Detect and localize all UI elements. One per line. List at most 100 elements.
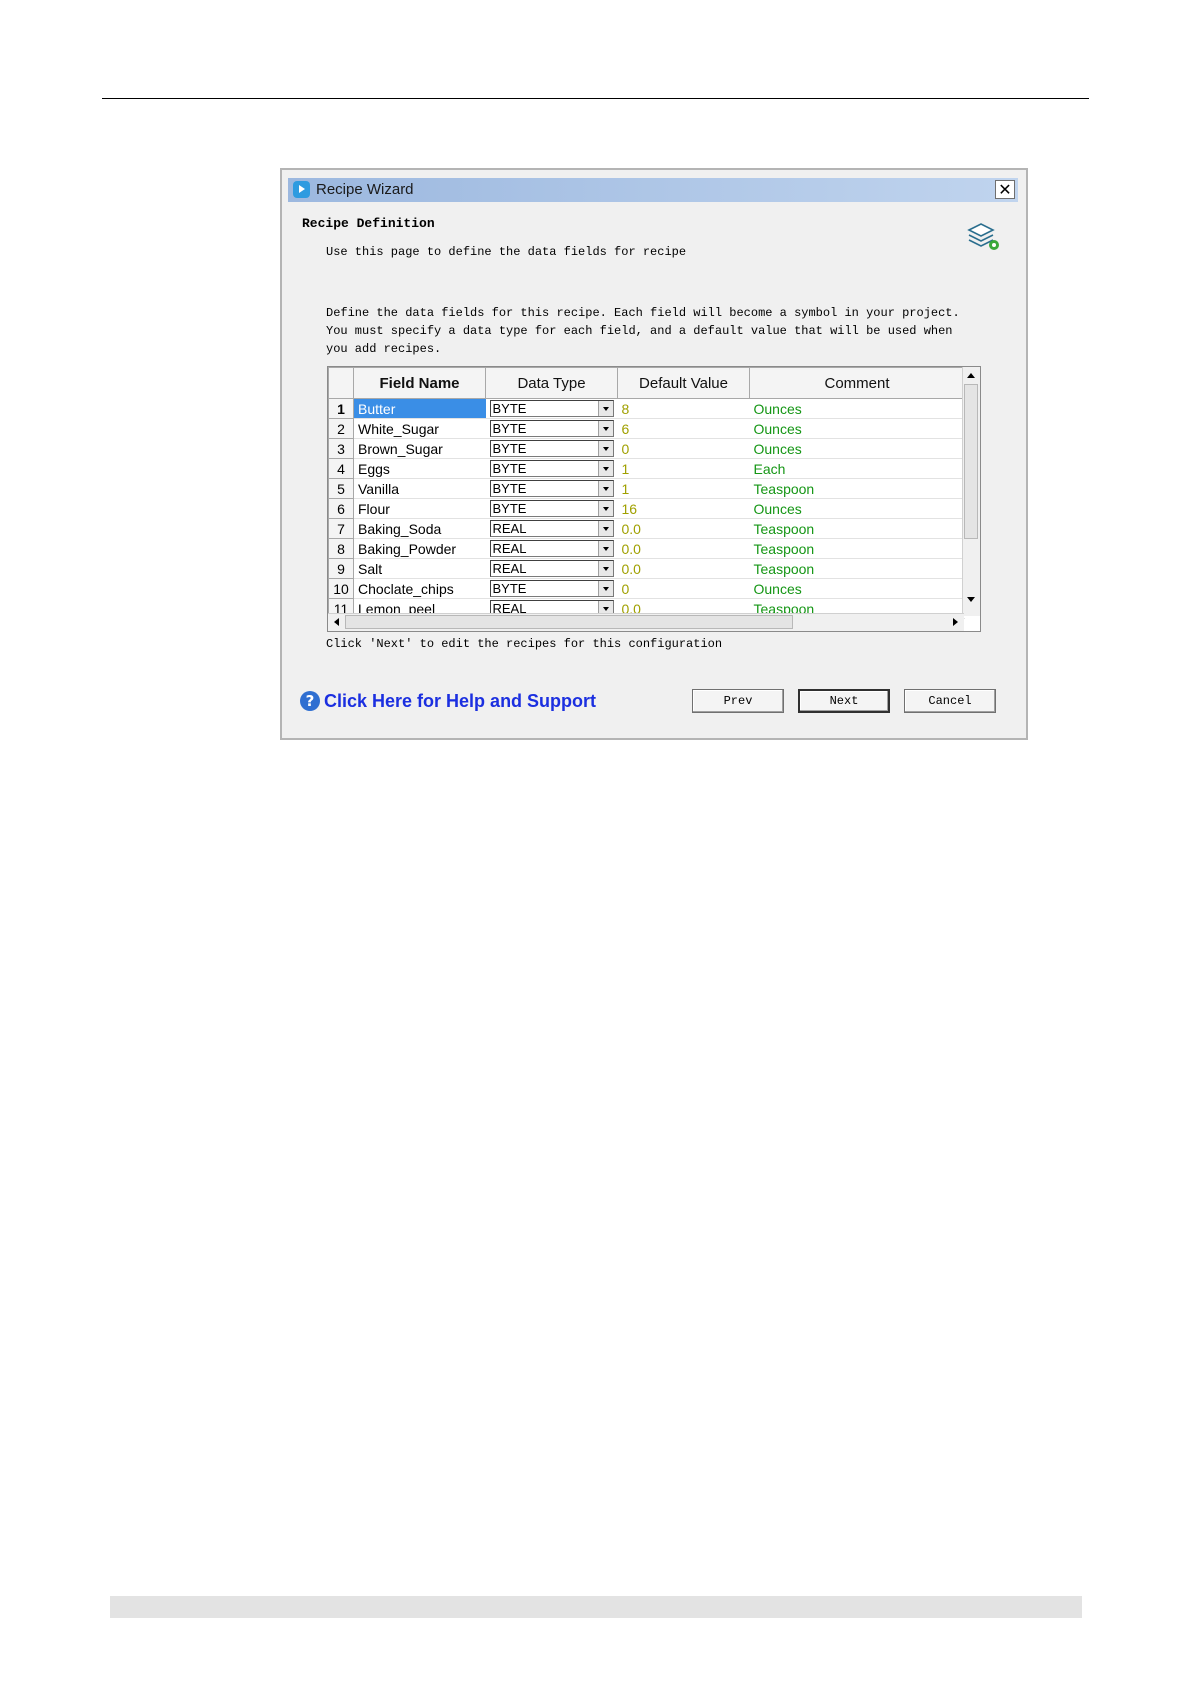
cancel-button[interactable]: Cancel (904, 689, 996, 713)
comment-cell[interactable]: Ounces (749, 438, 965, 459)
data-type-select[interactable]: REAL (489, 540, 614, 557)
row-number[interactable]: 7 (328, 518, 354, 539)
row-number[interactable]: 2 (328, 418, 354, 439)
comment-cell[interactable]: Ounces (749, 398, 965, 419)
data-type-cell[interactable]: REAL (485, 518, 618, 539)
default-value-cell[interactable]: 0 (617, 438, 750, 459)
table-row[interactable]: 7 Baking_Soda REAL 0.0 Teaspoon (328, 518, 965, 539)
row-number[interactable]: 9 (328, 558, 354, 579)
data-type-cell[interactable]: BYTE (485, 438, 618, 459)
data-type-select[interactable]: REAL (489, 520, 614, 537)
data-type-cell[interactable]: BYTE (485, 578, 618, 599)
field-name-cell[interactable]: Brown_Sugar (353, 438, 486, 459)
data-type-select[interactable]: BYTE (489, 420, 614, 437)
table-row[interactable]: 3 Brown_Sugar BYTE 0 Ounces (328, 438, 965, 459)
default-value-cell[interactable]: 16 (617, 498, 750, 519)
table-row[interactable]: 10 Choclate_chips BYTE 0 Ounces (328, 578, 965, 599)
chevron-down-icon[interactable] (597, 401, 613, 416)
horizontal-scrollbar[interactable] (328, 613, 964, 631)
next-button[interactable]: Next (798, 689, 890, 713)
close-button[interactable]: ✕ (995, 180, 1015, 199)
table-row[interactable]: 5 Vanilla BYTE 1 Teaspoon (328, 478, 965, 499)
field-name-cell[interactable]: Choclate_chips (353, 578, 486, 599)
data-type-cell[interactable]: BYTE (485, 458, 618, 479)
data-type-cell[interactable]: REAL (485, 538, 618, 559)
comment-cell[interactable]: Teaspoon (749, 538, 965, 559)
scroll-up-icon[interactable] (963, 367, 980, 384)
vertical-scrollbar[interactable] (962, 367, 980, 616)
help-link[interactable]: ? Click Here for Help and Support (300, 689, 596, 713)
comment-cell[interactable]: Ounces (749, 418, 965, 439)
column-header-data-type[interactable]: Data Type (485, 367, 618, 399)
row-number[interactable]: 1 (328, 398, 354, 419)
row-number[interactable]: 3 (328, 438, 354, 459)
scroll-right-icon[interactable] (947, 614, 964, 631)
help-link-label[interactable]: Click Here for Help and Support (324, 691, 596, 712)
table-row[interactable]: 4 Eggs BYTE 1 Each (328, 458, 965, 479)
default-value-cell[interactable]: 0.0 (617, 518, 750, 539)
data-type-select[interactable]: BYTE (489, 400, 614, 417)
column-header-comment[interactable]: Comment (749, 367, 965, 399)
default-value-cell[interactable]: 0 (617, 578, 750, 599)
recipe-fields-grid[interactable]: Field Name Data Type Default Value Comme… (327, 366, 981, 632)
default-value-cell[interactable]: 0.0 (617, 538, 750, 559)
default-value-cell[interactable]: 1 (617, 458, 750, 479)
chevron-down-icon[interactable] (597, 421, 613, 436)
comment-cell[interactable]: Ounces (749, 498, 965, 519)
chevron-down-icon[interactable] (597, 521, 613, 536)
field-name-cell[interactable]: White_Sugar (353, 418, 486, 439)
prev-button[interactable]: Prev (692, 689, 784, 713)
row-number[interactable]: 5 (328, 478, 354, 499)
data-type-cell[interactable]: REAL (485, 558, 618, 579)
field-name-cell[interactable]: Butter (353, 398, 486, 419)
column-header-default-value[interactable]: Default Value (617, 367, 750, 399)
data-type-select[interactable]: BYTE (489, 460, 614, 477)
scroll-left-icon[interactable] (328, 614, 345, 631)
row-number[interactable]: 4 (328, 458, 354, 479)
default-value-cell[interactable]: 6 (617, 418, 750, 439)
vertical-scroll-thumb[interactable] (964, 384, 978, 539)
chevron-down-icon[interactable] (597, 481, 613, 496)
data-type-select[interactable]: BYTE (489, 480, 614, 497)
table-row[interactable]: 8 Baking_Powder REAL 0.0 Teaspoon (328, 538, 965, 559)
table-row[interactable]: 2 White_Sugar BYTE 6 Ounces (328, 418, 965, 439)
row-number[interactable]: 6 (328, 498, 354, 519)
comment-cell[interactable]: Teaspoon (749, 478, 965, 499)
field-name-cell[interactable]: Salt (353, 558, 486, 579)
data-type-cell[interactable]: BYTE (485, 478, 618, 499)
chevron-down-icon[interactable] (597, 441, 613, 456)
horizontal-scroll-thumb[interactable] (345, 615, 793, 629)
chevron-down-icon[interactable] (597, 461, 613, 476)
chevron-down-icon[interactable] (597, 561, 613, 576)
column-header-field-name[interactable]: Field Name (353, 367, 486, 399)
table-row[interactable]: 6 Flour BYTE 16 Ounces (328, 498, 965, 519)
field-name-cell[interactable]: Vanilla (353, 478, 486, 499)
chevron-down-icon[interactable] (597, 501, 613, 516)
field-name-cell[interactable]: Baking_Powder (353, 538, 486, 559)
data-type-select[interactable]: BYTE (489, 580, 614, 597)
default-value-cell[interactable]: 8 (617, 398, 750, 419)
comment-cell[interactable]: Ounces (749, 578, 965, 599)
data-type-cell[interactable]: BYTE (485, 418, 618, 439)
field-name-cell[interactable]: Eggs (353, 458, 486, 479)
data-type-cell[interactable]: BYTE (485, 398, 618, 419)
scroll-down-icon[interactable] (963, 591, 980, 608)
data-type-select[interactable]: BYTE (489, 440, 614, 457)
default-value-cell[interactable]: 0.0 (617, 558, 750, 579)
comment-cell[interactable]: Teaspoon (749, 558, 965, 579)
chevron-down-icon[interactable] (597, 541, 613, 556)
title-bar[interactable]: Recipe Wizard ✕ (288, 178, 1018, 202)
comment-cell[interactable]: Each (749, 458, 965, 479)
data-type-cell[interactable]: BYTE (485, 498, 618, 519)
table-row[interactable]: 9 Salt REAL 0.0 Teaspoon (328, 558, 965, 579)
chevron-down-icon[interactable] (597, 581, 613, 596)
data-type-select[interactable]: BYTE (489, 500, 614, 517)
field-name-cell[interactable]: Baking_Soda (353, 518, 486, 539)
comment-cell[interactable]: Teaspoon (749, 518, 965, 539)
default-value-cell[interactable]: 1 (617, 478, 750, 499)
field-name-cell[interactable]: Flour (353, 498, 486, 519)
table-row[interactable]: 1 Butter BYTE 8 Ounces (328, 398, 965, 419)
row-number[interactable]: 8 (328, 538, 354, 559)
row-number[interactable]: 10 (328, 578, 354, 599)
data-type-select[interactable]: REAL (489, 560, 614, 577)
